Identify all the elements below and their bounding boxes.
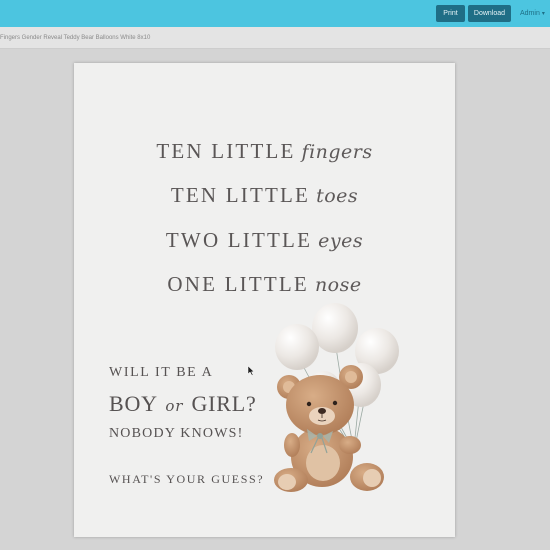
document-preview: TEN LITTLE fingers TEN LITTLE toes TWO LIT… <box>74 63 455 537</box>
mouse-pointer-icon <box>247 366 255 376</box>
top-toolbar: Print Download Admin ▾ <box>0 0 550 27</box>
teddy-bear-balloons-illustration <box>274 303 399 492</box>
user-menu[interactable]: Admin ▾ <box>520 5 545 22</box>
download-button[interactable]: Download <box>468 5 511 22</box>
verse-script: toes <box>316 184 359 207</box>
print-button[interactable]: Print <box>436 5 465 22</box>
verse-script: nose <box>314 273 362 296</box>
verse-script: fingers <box>301 140 373 163</box>
verse-script: eyes <box>318 229 364 252</box>
verse-line-2: TEN LITTLE toes <box>74 183 455 208</box>
verse-line-4: ONE LITTLE nose <box>74 272 455 297</box>
user-menu-label: Admin <box>520 10 540 17</box>
chevron-down-icon: ▾ <box>541 11 545 17</box>
girl-text: GIRL? <box>191 391 257 416</box>
question-line-1: WILL IT BE A <box>109 365 214 380</box>
verse-caps: TEN LITTLE <box>170 183 311 207</box>
question-line-3: NOBODY KNOWS! <box>109 426 244 441</box>
verse-caps: ONE LITTLE <box>167 272 309 296</box>
question-line-4: WHAT'S YOUR GUESS? <box>109 472 265 486</box>
question-line-2: BOY or GIRL? <box>109 391 257 417</box>
breadcrumb: e Fingers Gender Reveal Teddy Bear Ballo… <box>0 35 151 41</box>
verse-line-3: TWO LITTLE eyes <box>74 228 455 253</box>
verse-caps: TEN LITTLE <box>156 139 296 163</box>
verse-caps: TWO LITTLE <box>165 228 313 252</box>
verse-line-1: TEN LITTLE fingers <box>74 139 455 164</box>
or-text: or <box>165 397 184 415</box>
document-title-bar: e Fingers Gender Reveal Teddy Bear Ballo… <box>0 27 550 49</box>
boy-text: BOY <box>109 391 158 416</box>
